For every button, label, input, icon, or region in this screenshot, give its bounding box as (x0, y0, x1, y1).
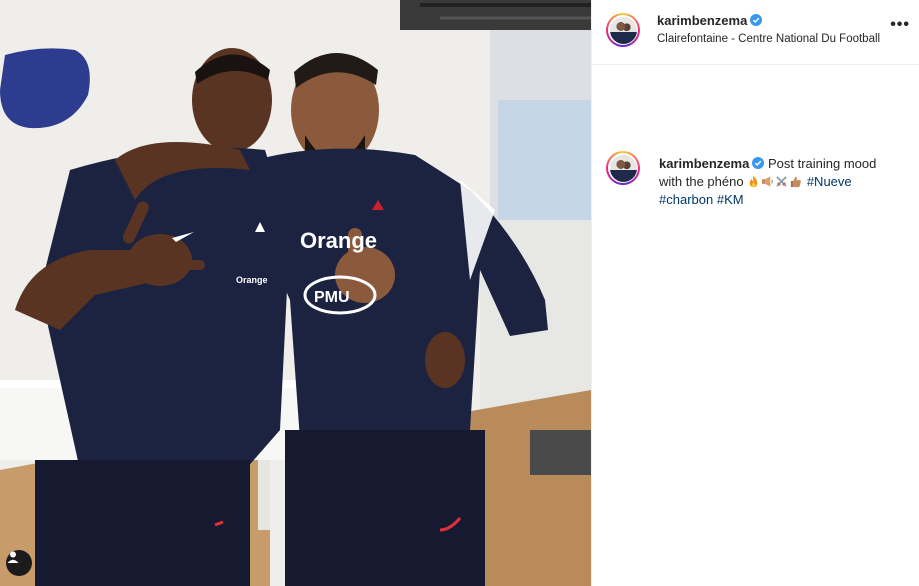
caption-avatar[interactable] (606, 151, 640, 185)
person-tag-icon (7, 551, 19, 563)
more-options-button[interactable]: ••• (890, 17, 910, 33)
hashtag-link[interactable]: #KM (717, 192, 744, 207)
photo-illustration: Orange PMU Orange (0, 0, 591, 586)
tag-badge[interactable] (6, 550, 32, 576)
header-avatar[interactable] (606, 13, 640, 47)
svg-text:PMU: PMU (314, 289, 350, 306)
header-username[interactable]: karimbenzema (657, 13, 747, 28)
speaker-emoji (762, 176, 774, 187)
verified-badge-icon (750, 14, 763, 26)
caption-text: karimbenzema Post training mood with the… (659, 155, 899, 209)
post-side-panel: karimbenzema Clairefontaine - Centre Nat… (591, 0, 919, 586)
post-header: karimbenzema Clairefontaine - Centre Nat… (592, 0, 919, 65)
post-location[interactable]: Clairefontaine - Centre National Du Foot… (657, 33, 880, 45)
caption-username[interactable]: karimbenzema (659, 156, 749, 171)
verified-badge-icon (752, 157, 765, 169)
hashtag-link[interactable]: #Nueve (807, 174, 852, 189)
crossed-swords-emoji (776, 176, 787, 187)
hashtag-link[interactable]: #charbon (659, 192, 713, 207)
shirt-sponsor-left: Orange (236, 275, 268, 285)
post-photo[interactable]: Orange PMU Orange (0, 0, 591, 586)
shirt-sponsor-right: Orange (300, 228, 377, 253)
fire-emoji (749, 175, 758, 188)
thumbs-up-emoji (791, 176, 802, 188)
header-username-row[interactable]: karimbenzema (657, 13, 763, 28)
